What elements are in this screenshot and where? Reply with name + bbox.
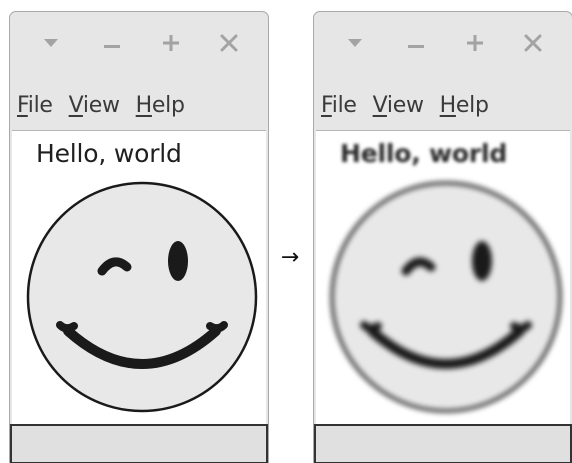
mouth-left-dimple [56, 321, 78, 333]
open-eye [168, 241, 188, 281]
drawing-canvas: Hello, world [316, 130, 570, 425]
maximize-icon[interactable] [462, 30, 488, 56]
menu-help[interactable]: Help [136, 93, 185, 118]
greeting-text: Hello, world [36, 139, 182, 168]
face-outline [330, 181, 562, 413]
minimize-icon[interactable] [403, 30, 429, 56]
open-eye [472, 241, 492, 281]
greeting-text-blurred: Hello, world [340, 139, 508, 168]
dropdown-triangle-icon[interactable] [342, 30, 368, 56]
close-icon[interactable] [520, 30, 546, 56]
app-window-original: File View Help Hello, world [9, 11, 269, 463]
winking-smiley-face [26, 181, 258, 413]
menu-file[interactable]: File [17, 93, 53, 118]
winking-smiley-face-blurred [330, 181, 562, 413]
mouth-left-dimple [360, 321, 382, 333]
app-window-blurred: File View Help Hello, world [313, 11, 572, 463]
menu-view[interactable]: View [69, 93, 120, 118]
comparison-figure: File View Help Hello, world → File View … [0, 0, 572, 463]
status-bar [314, 424, 572, 463]
minimize-icon[interactable] [99, 30, 125, 56]
menu-help[interactable]: Help [440, 93, 489, 118]
mouth-right-dimple [510, 321, 532, 333]
face-outline [26, 181, 258, 413]
menu-bar: File View Help [314, 80, 572, 130]
titlebar [314, 12, 572, 74]
close-icon[interactable] [216, 30, 242, 56]
menu-bar: File View Help [10, 80, 268, 130]
transform-arrow: → [280, 245, 300, 270]
mouth-right-dimple [206, 321, 228, 333]
dropdown-triangle-icon[interactable] [38, 30, 64, 56]
menu-view[interactable]: View [373, 93, 424, 118]
drawing-canvas: Hello, world [12, 130, 266, 425]
maximize-icon[interactable] [158, 30, 184, 56]
menu-file[interactable]: File [321, 93, 357, 118]
titlebar [10, 12, 268, 74]
status-bar [10, 424, 268, 463]
